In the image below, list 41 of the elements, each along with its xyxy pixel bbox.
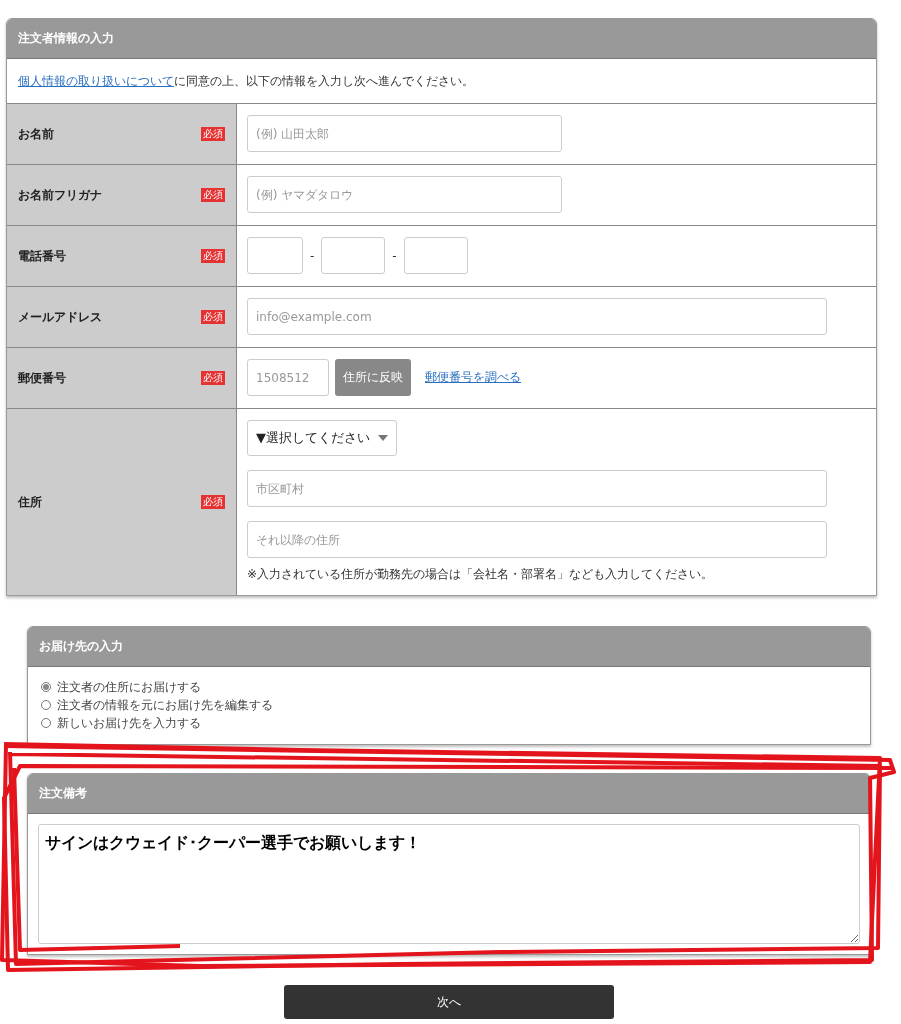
fill-address-button[interactable]: 住所に反映 [335,359,411,396]
input-field[interactable]: 1508512 [247,359,329,396]
panel-header: 注文者情報の入力 [7,19,876,59]
field-label: 電話番号 [18,247,66,265]
input-field[interactable] [403,237,468,274]
address-note: ※入力されている住所が勤務先の場合は「会社名・部署名」なども入力してください。 [247,566,715,583]
required-badge: 必須 [201,371,225,385]
field-label: お名前 [18,125,54,143]
required-badge: 必須 [201,249,225,263]
panel-header: 注文備考 [28,774,870,814]
radio-button[interactable] [41,700,51,710]
radio-label: 新しいお届け先を入力する [57,714,201,732]
prefecture-select[interactable]: ▼選択してください [247,420,397,456]
postal-lookup-link[interactable]: 郵便番号を調べる [425,369,521,386]
radio-label: 注文者の住所にお届けする [57,678,201,696]
field-label: 郵便番号 [18,369,66,387]
separator-dash: - [309,248,316,263]
radio-button[interactable] [41,718,51,728]
input-field[interactable]: 市区町村 [247,470,827,507]
input-field[interactable]: (例) ヤマダタロウ [247,176,562,213]
required-badge: 必須 [201,495,225,509]
panel-header: お届け先の入力 [28,627,870,667]
field-label: メールアドレス [18,308,102,326]
privacy-policy-link[interactable]: 個人情報の取り扱いについて [18,74,174,88]
radio-button[interactable] [41,682,51,692]
next-button[interactable]: 次へ [283,985,614,1019]
order-notes-field[interactable]: サインはクウェイド･クーパー選手でお願いします！ [38,824,860,944]
field-label: 住所 [18,493,42,511]
intro-text: 個人情報の取り扱いについてに同意の上、以下の情報を入力し次へ進んでください。 [18,73,475,90]
input-field[interactable]: (例) 山田太郎 [247,115,562,152]
input-field[interactable]: それ以降の住所 [247,521,827,558]
input-field[interactable]: info@example.com [247,298,827,335]
input-field[interactable] [247,237,303,274]
required-badge: 必須 [201,127,225,141]
field-label: お名前フリガナ [18,186,102,204]
required-badge: 必須 [201,188,225,202]
caret-icon [378,435,388,441]
required-badge: 必須 [201,310,225,324]
input-field[interactable] [321,237,386,274]
separator-dash: - [391,248,398,263]
radio-label: 注文者の情報を元にお届け先を編集する [57,696,273,714]
